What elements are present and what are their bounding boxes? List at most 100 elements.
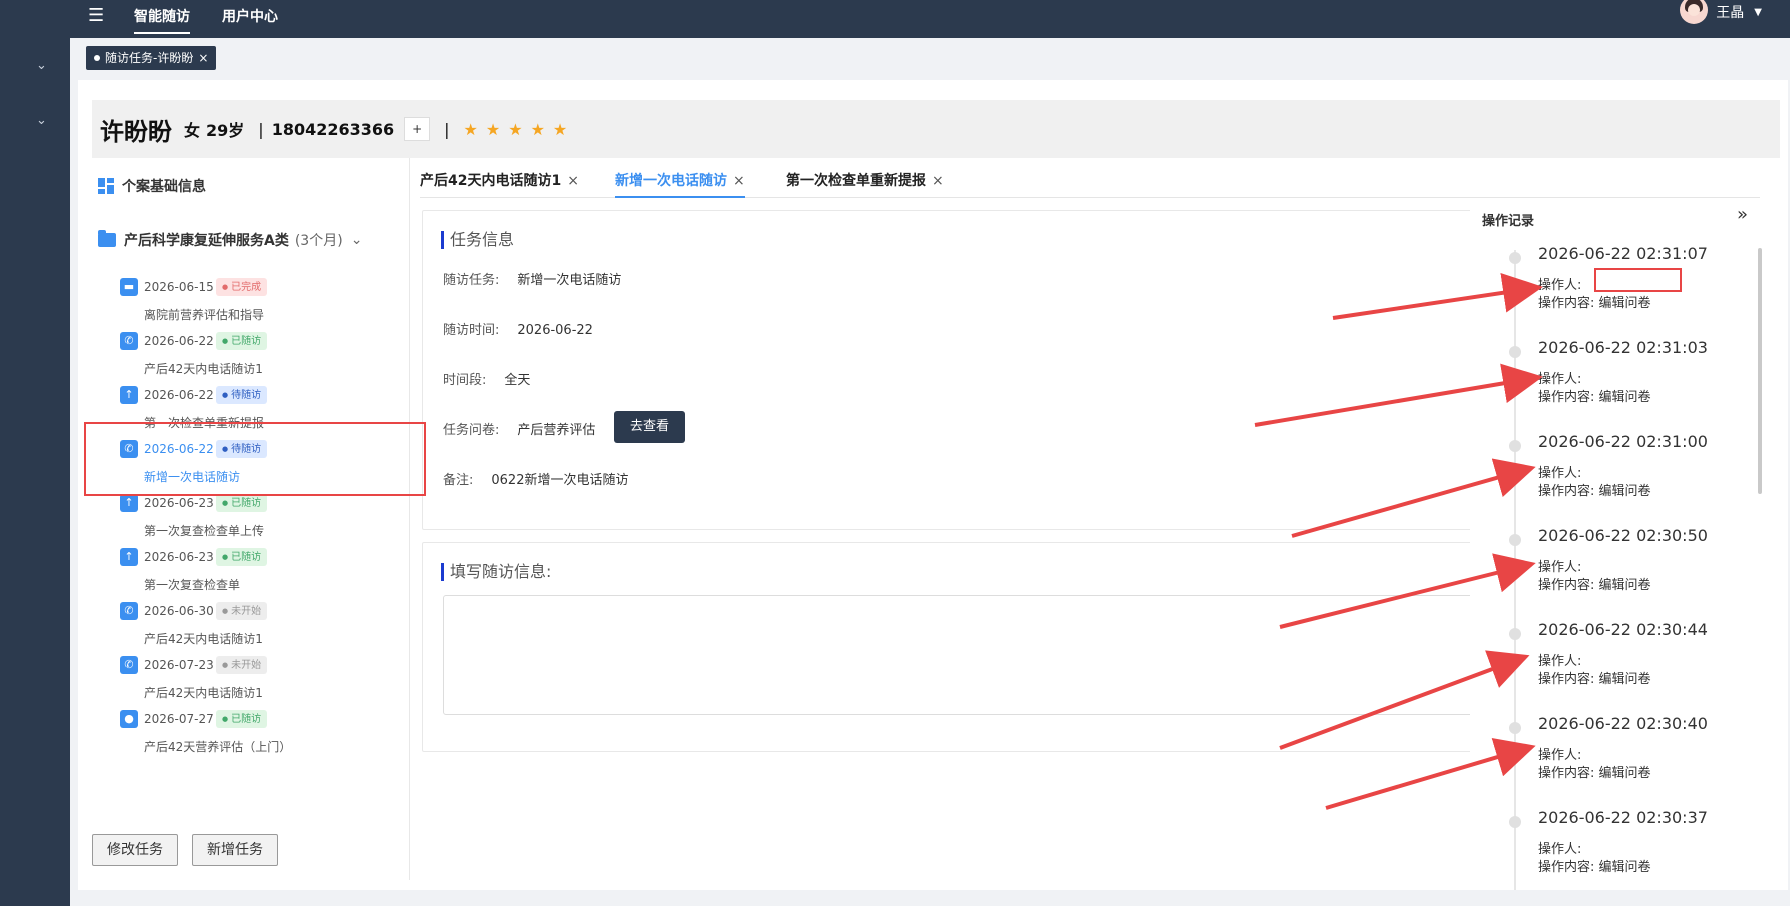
service-package-toggle[interactable]: 产后科学康复延伸服务A类 (3个月) ⌄	[98, 230, 362, 250]
timeline-dot	[1509, 722, 1521, 734]
timeline-title: 产后42天营养评估（上门）	[144, 740, 292, 754]
status-badge: 未开始	[216, 602, 268, 620]
timeline-title: 离院前营养评估和指导	[144, 308, 265, 322]
rating-stars[interactable]: ★★★★★	[464, 120, 576, 139]
patient-phone: 18042263366	[271, 119, 395, 139]
patient-gender: 女	[184, 121, 201, 140]
fill-info-title: 填写随访信息:	[441, 563, 551, 581]
followup-textarea[interactable]	[443, 595, 1543, 715]
log-time: 2026-06-22 02:31:00	[1538, 432, 1708, 451]
top-navigation-bar: ☰ 智能随访 用户中心 王晶 ▼	[70, 0, 1790, 38]
timeline-title: 产后42天内电话随访1	[144, 632, 263, 646]
page-tab-label: 随访任务-许盼盼	[105, 51, 194, 65]
service-name: 产后科学康复延伸服务A类	[124, 233, 289, 249]
double-chevron-right-icon[interactable]: »	[1737, 204, 1748, 225]
edit-task-button[interactable]: 修改任务	[92, 834, 178, 866]
tab-record-3[interactable]: 第一次检查单重新提报 ×	[786, 170, 944, 196]
add-phone-button[interactable]: +	[404, 117, 431, 141]
timeline-item[interactable]: ● 2026-07-27 已随访 产后42天营养评估（上门）	[92, 704, 410, 758]
timeline-item[interactable]: ✆ 2026-06-22 已随访 产后42天内电话随访1	[92, 326, 410, 380]
log-entry: 2026-06-22 02:31:03 操作人: 操作内容: 编辑问卷	[1470, 338, 1760, 430]
timeline-title: 产后42天内电话随访1	[144, 686, 263, 700]
page-tab-followup[interactable]: 随访任务-许盼盼 ×	[86, 46, 217, 70]
log-content: 操作内容: 编辑问卷	[1538, 766, 1651, 781]
log-time: 2026-06-22 02:31:03	[1538, 338, 1708, 357]
timeline-date: 2026-06-22	[144, 334, 214, 348]
timeline-item[interactable]: ✆ 2026-06-30 未开始 产后42天内电话随访1	[92, 596, 410, 650]
log-content: 操作内容: 编辑问卷	[1538, 390, 1651, 405]
avatar	[1680, 0, 1709, 24]
upload-icon: ↑	[120, 494, 138, 512]
timeline-date: 2026-07-23	[144, 658, 214, 672]
nav-smart-followup[interactable]: 智能随访	[134, 6, 190, 34]
remark-field: 备注: 0622新增一次电话随访	[443, 469, 628, 488]
field-value: 产后营养评估	[517, 423, 596, 438]
log-entry: 2026-06-22 02:30:40 操作人: 操作内容: 编辑问卷	[1470, 714, 1760, 806]
timeline-dot	[1509, 440, 1521, 452]
timeline-title: 第一次复查检查单上传	[144, 524, 265, 538]
log-operator: 操作人:	[1538, 560, 1582, 575]
log-content: 操作内容: 编辑问卷	[1538, 860, 1651, 875]
timeline-title: 产后42天内电话随访1	[144, 362, 263, 376]
timeline-title: 第一次复查检查单	[144, 578, 241, 592]
field-label: 随访时间:	[443, 323, 500, 338]
timeline-item[interactable]: ▬ 2026-06-15 已完成 离院前营养评估和指导	[92, 272, 410, 326]
page-tab-strip: 随访任务-许盼盼 ×	[70, 38, 1790, 78]
log-title: 操作记录	[1482, 214, 1535, 229]
phone-icon: ✆	[120, 656, 138, 674]
phone-icon: ✆	[120, 332, 138, 350]
log-content: 操作内容: 编辑问卷	[1538, 296, 1651, 311]
add-task-button[interactable]: 新增任务	[192, 834, 278, 866]
tab-record-1[interactable]: 产后42天内电话随访1 ×	[420, 170, 579, 196]
case-sidebar: 个案基础信息 产后科学康复延伸服务A类 (3个月) ⌄ ▬ 2026-06-15…	[92, 158, 410, 880]
phone-icon: ✆	[120, 602, 138, 620]
divider: |	[258, 119, 264, 139]
view-questionnaire-button[interactable]: 去查看	[614, 411, 686, 443]
log-time: 2026-06-22 02:31:07	[1538, 244, 1708, 263]
chevron-down-icon[interactable]: ⌄	[36, 114, 48, 127]
log-operator: 操作人:	[1538, 654, 1582, 669]
tab-label: 第一次检查单重新提报	[786, 173, 926, 189]
close-icon[interactable]: ×	[932, 173, 944, 189]
upload-icon: ↑	[120, 548, 138, 566]
patient-age: 29岁	[206, 121, 245, 140]
close-icon[interactable]: ×	[198, 46, 208, 70]
log-time: 2026-06-22 02:30:37	[1538, 808, 1708, 827]
timeline-item[interactable]: ↑ 2026-06-23 已随访 第一次复查检查单上传	[92, 488, 410, 542]
patient-header: 许盼盼 女 29岁 | 18042263366 + | ★★★★★	[92, 100, 1780, 158]
field-label: 时间段:	[443, 373, 487, 388]
timeline-date: 2026-06-23	[144, 550, 214, 564]
field-value: 2026-06-22	[517, 323, 593, 338]
service-duration: (3个月)	[294, 233, 343, 249]
chevron-down-icon: ⌄	[350, 232, 363, 248]
operation-log-panel: 操作记录 » 2026-06-22 02:31:07 操作人: 操作内容: 编辑…	[1470, 200, 1770, 890]
dot-icon	[94, 55, 100, 61]
tab-label: 产后42天内电话随访1	[420, 173, 562, 189]
log-operator: 操作人:	[1538, 748, 1582, 763]
status-badge: 已随访	[216, 710, 268, 728]
timeline-date: 2026-07-27	[144, 712, 214, 726]
close-icon[interactable]: ×	[567, 173, 579, 189]
nav-user-center[interactable]: 用户中心	[222, 6, 278, 26]
timeline-item[interactable]: ↑ 2026-06-23 已随访 第一次复查检查单	[92, 542, 410, 596]
user-menu[interactable]: 王晶 ▼	[1680, 0, 1762, 24]
dashboard-icon	[98, 178, 114, 194]
record-tabs: 产后42天内电话随访1 × 新增一次电话随访 × 第一次检查单重新提报 ×	[420, 168, 1760, 198]
folder-icon	[98, 230, 116, 247]
questionnaire-field: 任务问卷: 产后营养评估	[443, 419, 595, 438]
field-label: 随访任务:	[443, 273, 500, 288]
menu-fold-icon[interactable]: ☰	[88, 5, 104, 26]
log-content: 操作内容: 编辑问卷	[1538, 578, 1651, 593]
timeline-date: 2026-06-22	[144, 388, 214, 402]
chevron-down-icon[interactable]: ⌄	[36, 59, 48, 72]
close-icon[interactable]: ×	[733, 173, 745, 189]
status-badge: 已随访	[216, 548, 268, 566]
field-label: 备注:	[443, 473, 474, 488]
divider: |	[444, 119, 450, 139]
timeline-item[interactable]: ✆ 2026-07-23 未开始 产后42天内电话随访1	[92, 650, 410, 704]
timeline-dot	[1509, 816, 1521, 828]
basic-info-link[interactable]: 个案基础信息	[98, 176, 206, 196]
tab-record-2[interactable]: 新增一次电话随访 ×	[615, 170, 745, 198]
field-label: 任务问卷:	[443, 423, 500, 438]
person-icon: ●	[120, 710, 138, 728]
